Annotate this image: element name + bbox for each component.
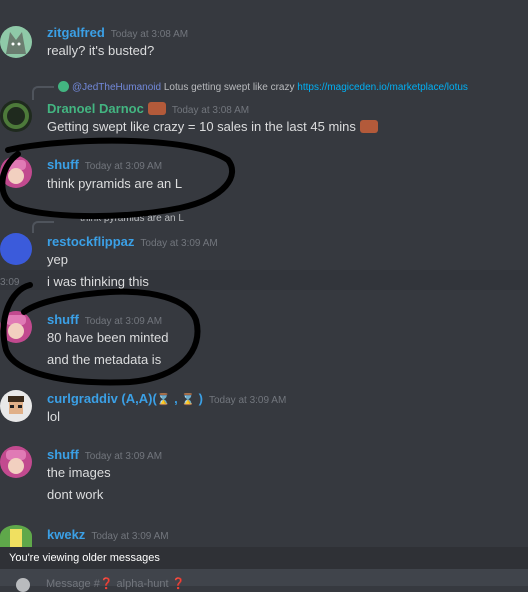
- message-text: 80 have been minted: [47, 330, 169, 345]
- message-text: yep: [47, 252, 68, 267]
- crown-emoji-icon: [147, 102, 166, 115]
- lips-emoji-icon: [359, 120, 378, 133]
- avatar[interactable]: [0, 233, 32, 265]
- timestamp: Today at 3:09 AM: [91, 531, 169, 542]
- pixel-avatar-icon: [8, 396, 24, 414]
- avatar[interactable]: [0, 311, 32, 343]
- queen-avatar-icon: [6, 315, 26, 339]
- message-input-placeholder: Message #❓ alpha-hunt ❓: [46, 578, 186, 590]
- username[interactable]: shuff Today at 3:09 AM: [47, 447, 162, 462]
- username[interactable]: kwekz Today at 3:09 AM: [47, 527, 169, 542]
- message-text: dont work: [47, 487, 104, 502]
- message-text: the images: [47, 465, 111, 480]
- message-text: really? it's busted?: [47, 43, 155, 58]
- avatar[interactable]: [0, 26, 32, 58]
- message: restockflippaz Today at 3:09 AM yep 3:09 …: [0, 231, 528, 291]
- avatar[interactable]: [0, 525, 32, 547]
- username[interactable]: shuff Today at 3:09 AM: [47, 157, 162, 172]
- message: shuff Today at 3:09 AM think pyramids are…: [0, 154, 528, 194]
- avatar[interactable]: [0, 156, 32, 188]
- reply-text: Lotus getting swept like crazy: [161, 82, 298, 93]
- username[interactable]: restockflippaz Today at 3:09 AM: [47, 234, 218, 249]
- timestamp: Today at 3:09 AM: [84, 316, 163, 327]
- reply-link[interactable]: https://magiceden.io/marketplace/lotus: [297, 82, 468, 93]
- timestamp: Today at 3:09 AM: [209, 395, 287, 406]
- reply-text: think pyramids are an L: [80, 213, 184, 224]
- avatar[interactable]: [0, 390, 32, 422]
- message: kwekz Today at 3:09 AM: [0, 524, 528, 548]
- hover-timestamp: 3:09: [0, 277, 20, 288]
- reply-avatar-icon: [58, 81, 69, 92]
- wreath-avatar-icon: [3, 103, 29, 129]
- reply-preview[interactable]: @JedTheHumanoid Lotus getting swept like…: [58, 81, 468, 93]
- message: Dranoel Darnoc Today at 3:08 AM Getting s…: [0, 98, 528, 138]
- avatar[interactable]: [0, 446, 32, 478]
- reply-mention[interactable]: @JedTheHumanoid: [72, 82, 161, 93]
- message-text: and the metadata is: [47, 352, 162, 367]
- avatar[interactable]: [0, 100, 32, 132]
- viewing-older-messages-bar[interactable]: You're viewing older messages: [0, 547, 528, 569]
- queen-avatar-icon: [6, 450, 26, 474]
- timestamp: Today at 3:08 AM: [171, 105, 250, 116]
- reply-preview[interactable]: think pyramids are an L: [80, 213, 184, 224]
- message: shuff Today at 3:09 AM the images dont wo…: [0, 444, 528, 504]
- wolf-avatar-icon: [6, 32, 26, 54]
- username[interactable]: Dranoel Darnoc Today at 3:08 AM: [47, 101, 249, 116]
- hourglass-icon: ⌛: [181, 394, 196, 406]
- hourglass-icon: ⌛: [156, 394, 171, 406]
- username[interactable]: shuff Today at 3:09 AM: [47, 312, 162, 327]
- queen-avatar-icon: [6, 160, 26, 184]
- timestamp: Today at 3:09 AM: [84, 451, 163, 462]
- message-input-bar[interactable]: Message #❓ alpha-hunt ❓: [0, 569, 528, 592]
- username[interactable]: zitgalfred Today at 3:08 AM: [47, 25, 188, 40]
- green-avatar-icon: [10, 529, 22, 547]
- message: shuff Today at 3:09 AM 80 have been minte…: [0, 309, 528, 369]
- message-text: think pyramids are an L: [47, 176, 183, 191]
- timestamp: Today at 3:09 AM: [84, 161, 163, 172]
- message: zitgalfred Today at 3:08 AM really? it's …: [0, 22, 528, 62]
- message-text: i was thinking this: [47, 274, 149, 289]
- message-text: Getting swept like crazy = 10 sales in t…: [47, 119, 378, 134]
- timestamp: Today at 3:09 AM: [140, 238, 218, 249]
- add-attachment-icon[interactable]: [16, 578, 30, 592]
- timestamp: Today at 3:08 AM: [110, 29, 189, 40]
- message: curlgraddiv (A,A)(⌛ , ⌛ ) Today at 3:09 A…: [0, 388, 528, 428]
- username[interactable]: curlgraddiv (A,A)(⌛ , ⌛ ) Today at 3:09 A…: [47, 391, 286, 406]
- message-text: lol: [47, 409, 61, 424]
